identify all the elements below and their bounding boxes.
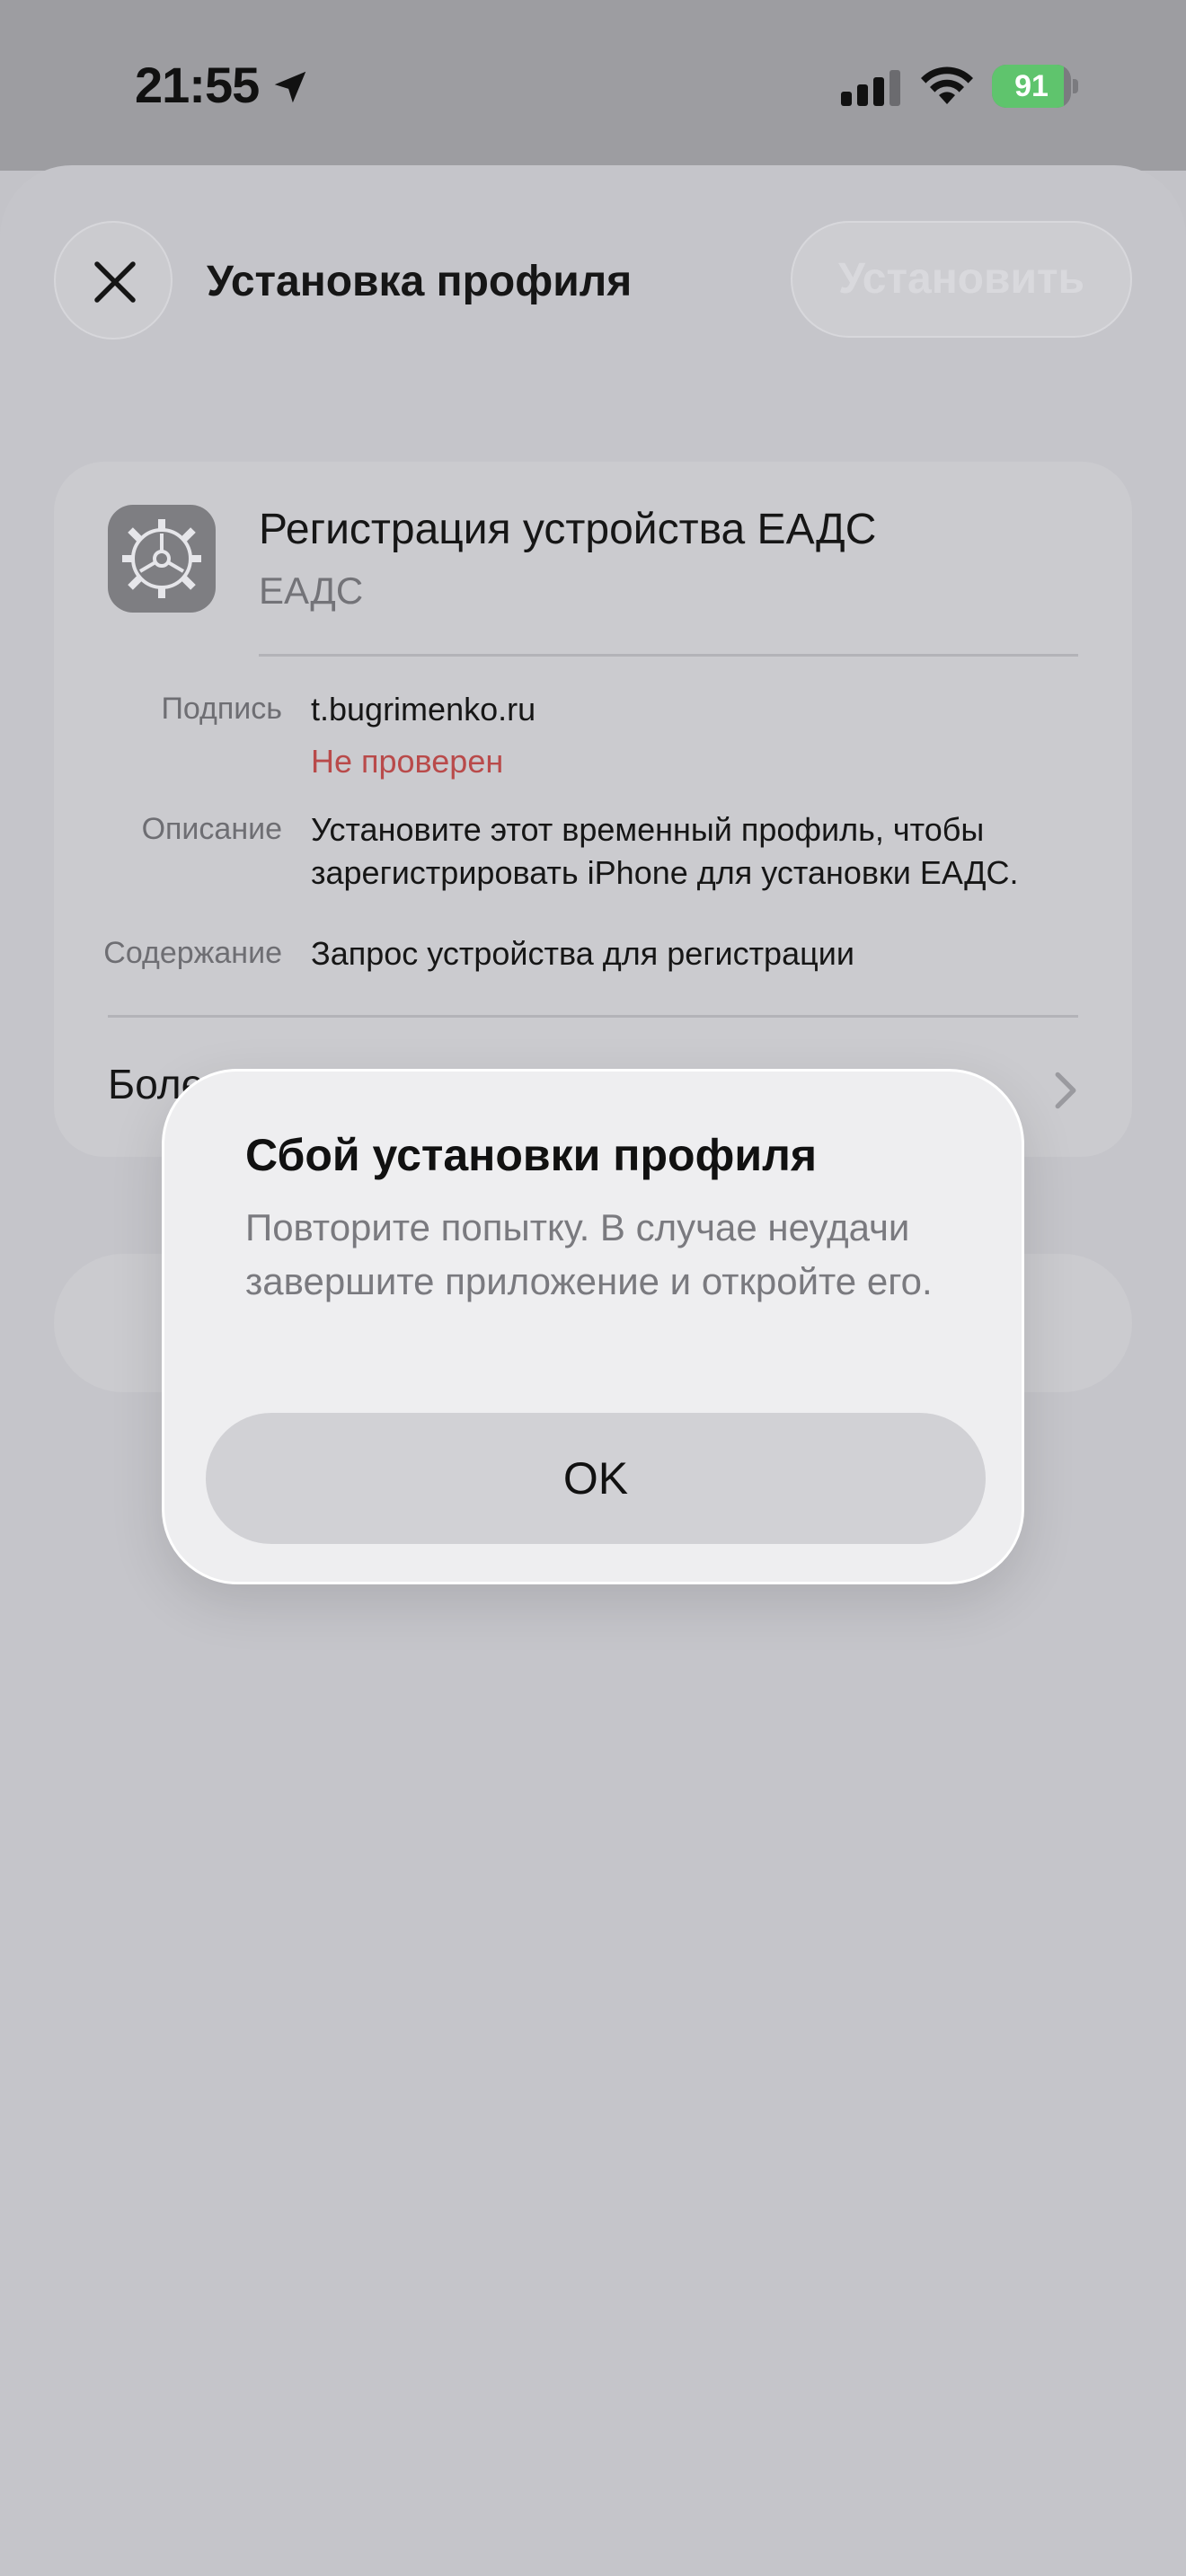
- battery-indicator: 91: [992, 65, 1078, 108]
- location-arrow-icon: [274, 71, 306, 103]
- description-value: Установите этот временный профиль, чтобы…: [311, 811, 1019, 891]
- divider: [259, 654, 1078, 657]
- status-time: 21:55: [135, 57, 260, 113]
- page-title: Установка профиля: [207, 258, 633, 305]
- close-button[interactable]: [54, 221, 173, 340]
- unverified-status: Не проверен: [311, 743, 504, 780]
- close-icon: [94, 261, 136, 303]
- wifi-icon: [921, 66, 973, 104]
- ok-button[interactable]: OK: [206, 1413, 986, 1544]
- contents-value: Запрос устройства для регистрации: [311, 935, 854, 972]
- gear-icon: [122, 519, 201, 598]
- chevron-right-icon: [1055, 1072, 1076, 1109]
- battery-percentage: 91: [1014, 69, 1049, 103]
- divider: [108, 1015, 1078, 1018]
- status-bar: 21:55 91: [0, 0, 1186, 171]
- cellular-signal-icon: [841, 70, 900, 106]
- signed-value: t.bugrimenko.ru: [311, 691, 536, 728]
- profile-install-failed-alert: Сбой установки профиля Повторите попытку…: [162, 1069, 1024, 1584]
- alert-title: Сбой установки профиля: [245, 1130, 818, 1180]
- contents-label: Содержание: [103, 936, 282, 970]
- description-label: Описание: [141, 812, 282, 846]
- screen: 21:55 91 Установка профиля Установить Ре…: [0, 0, 1186, 2576]
- install-button[interactable]: Установить: [791, 221, 1132, 338]
- profile-organization: ЕАДС: [259, 569, 364, 612]
- alert-message: Повторите попытку. В случае неудачи заве…: [245, 1206, 933, 1302]
- settings-app-icon: [108, 505, 216, 613]
- profile-name: Регистрация устройства ЕАДС: [259, 506, 877, 553]
- signed-label: Подпись: [161, 692, 282, 726]
